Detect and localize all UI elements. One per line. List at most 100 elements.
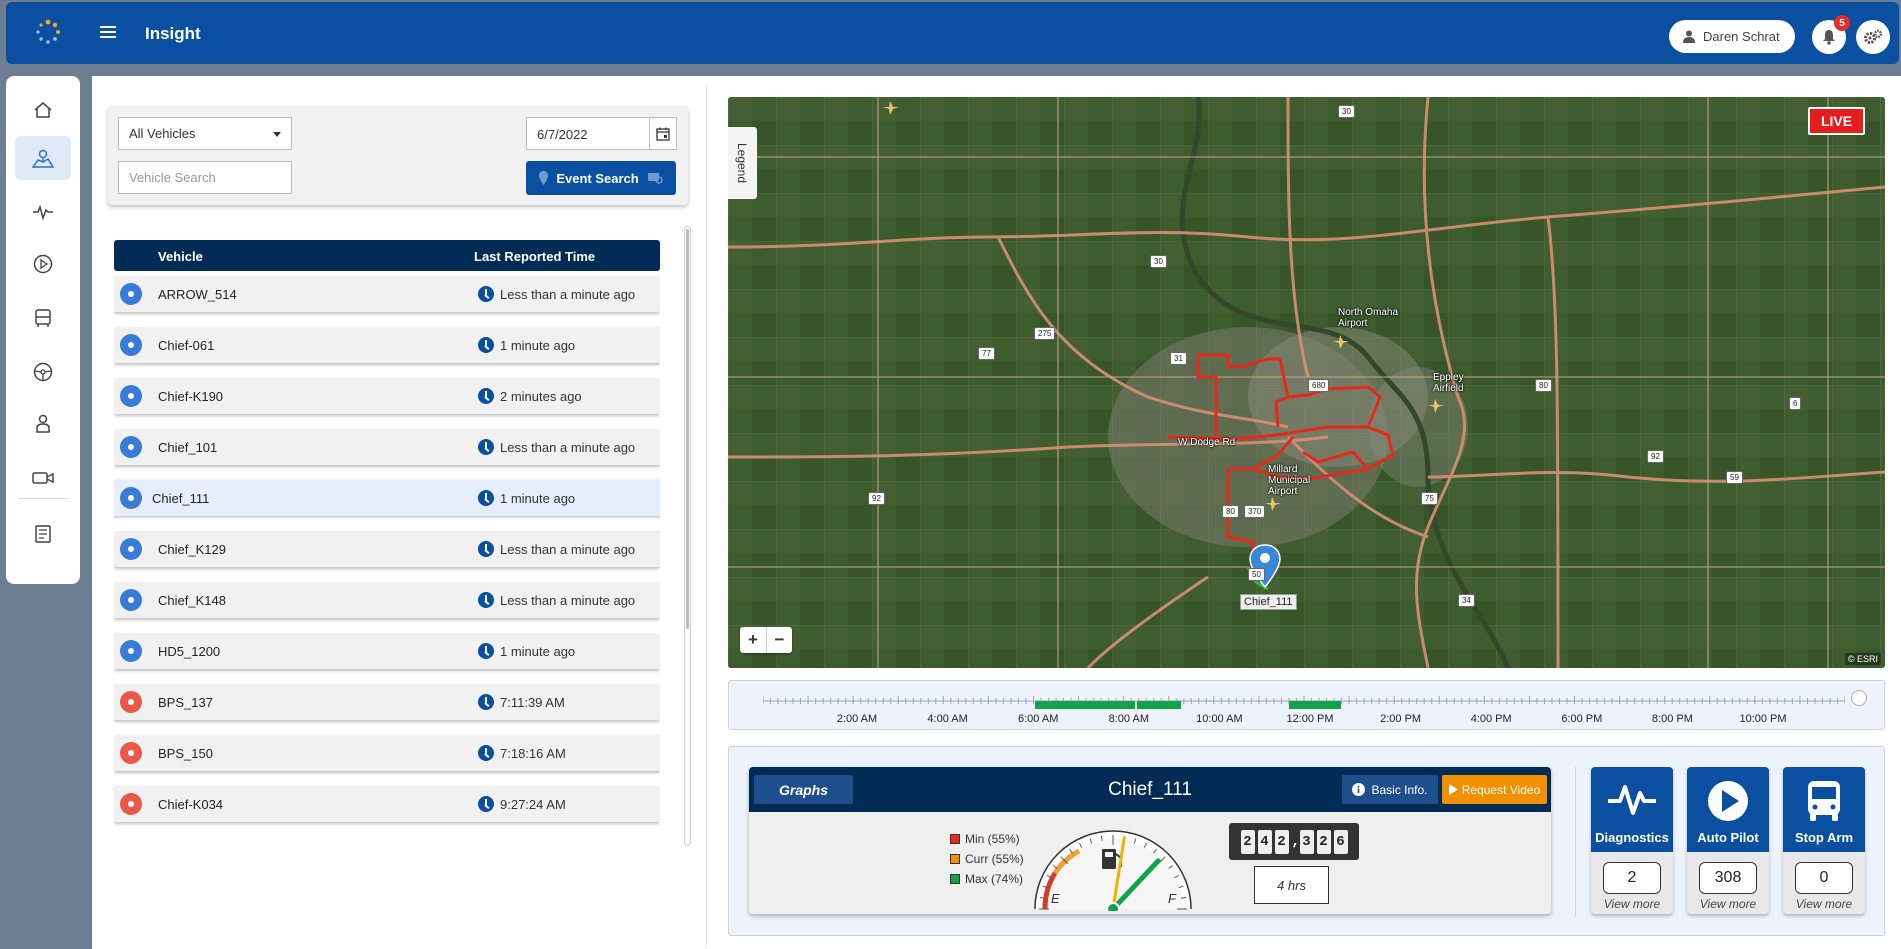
activity-segment[interactable] bbox=[1137, 701, 1181, 709]
gauge-hub bbox=[1106, 902, 1120, 911]
map-canvas bbox=[728, 97, 1885, 668]
auto-pilot-card[interactable]: Auto Pilot 308 View more bbox=[1687, 767, 1769, 914]
steering-wheel-icon bbox=[33, 362, 53, 382]
app-logo-icon[interactable] bbox=[34, 18, 62, 46]
vehicle-row[interactable]: Chief_101 Less than a minute ago bbox=[114, 429, 660, 465]
top-bar: Insight Daren Schrat 5 bbox=[6, 2, 1899, 64]
nav-home[interactable] bbox=[15, 88, 71, 132]
zoom-out-button[interactable]: − bbox=[766, 627, 792, 653]
vehicle-dashboard: Chief_111 Graphs Basic Info. Request Vid… bbox=[728, 746, 1885, 936]
vehicle-row[interactable]: Chief_K148 Less than a minute ago bbox=[114, 582, 660, 618]
calendar-button[interactable] bbox=[649, 117, 677, 150]
last-reported-time: 7:11:39 AM bbox=[500, 695, 565, 710]
legend-toggle[interactable]: Legend bbox=[728, 127, 757, 199]
nav-vehicles[interactable] bbox=[15, 296, 71, 340]
timeline-label: 8:00 AM bbox=[1108, 713, 1149, 725]
gears-icon bbox=[1864, 29, 1883, 44]
info-icon bbox=[1352, 783, 1366, 796]
notifications-button[interactable]: 5 bbox=[1812, 15, 1850, 54]
route-shield: 80 bbox=[1535, 379, 1552, 392]
settings-button[interactable] bbox=[1856, 20, 1890, 54]
person-icon bbox=[36, 414, 50, 433]
basic-info-button[interactable]: Basic Info. bbox=[1342, 775, 1438, 804]
vehicle-list-scrollbar[interactable] bbox=[684, 226, 691, 846]
fuel-curr-legend: Curr (55%) bbox=[950, 849, 1024, 869]
route-shield: 34 bbox=[1458, 594, 1475, 607]
home-icon bbox=[34, 102, 52, 118]
nav-cameras[interactable] bbox=[15, 456, 71, 500]
vehicle-search-input[interactable] bbox=[118, 161, 292, 194]
graphs-button[interactable]: Graphs bbox=[754, 775, 853, 804]
vehicle-row[interactable]: HD5_1200 1 minute ago bbox=[114, 633, 660, 669]
user-menu-button[interactable]: Daren Schrat bbox=[1669, 20, 1795, 53]
timeline-label: 6:00 PM bbox=[1561, 713, 1603, 725]
request-video-button[interactable]: Request Video bbox=[1442, 775, 1547, 804]
stop-arm-card[interactable]: Stop Arm 0 View more bbox=[1783, 767, 1865, 914]
col-vehicle-header[interactable]: Vehicle bbox=[158, 249, 203, 264]
vehicle-row[interactable]: Chief_K129 Less than a minute ago bbox=[114, 531, 660, 567]
nav-map[interactable] bbox=[15, 136, 71, 180]
vehicle-detail-card: Chief_111 Graphs Basic Info. Request Vid… bbox=[749, 767, 1551, 914]
col-time-header[interactable]: Last Reported Time bbox=[474, 249, 595, 264]
diagnostics-view-more-link[interactable]: View more bbox=[1591, 897, 1673, 911]
auto-pilot-count: 308 bbox=[1699, 862, 1757, 894]
filter-panel: All Vehicles 6/7/2022 Event Search bbox=[108, 106, 688, 205]
last-reported-time: 7:18:16 AM bbox=[500, 746, 566, 761]
vehicle-group-select[interactable]: All Vehicles bbox=[118, 117, 292, 150]
auto-pilot-view-more-link[interactable]: View more bbox=[1687, 897, 1769, 911]
timeline-label: 2:00 PM bbox=[1380, 713, 1422, 725]
vehicle-row[interactable]: Chief_111 1 minute ago bbox=[114, 480, 660, 516]
gauge-full-label: F bbox=[1168, 891, 1177, 906]
pulse-icon bbox=[33, 204, 53, 220]
date-input[interactable]: 6/7/2022 bbox=[526, 117, 650, 150]
last-reported-time: 9:27:24 AM bbox=[500, 797, 566, 812]
side-nav bbox=[6, 76, 80, 584]
clock-icon bbox=[478, 745, 494, 761]
fuel-legend: Min (55%) Curr (55%) Max (74%) bbox=[950, 829, 1024, 889]
live-map[interactable]: North Omaha Airport Eppley Airfield Millar… bbox=[728, 97, 1885, 668]
stop-arm-view-more-link[interactable]: View more bbox=[1783, 897, 1865, 911]
activity-segment[interactable] bbox=[1035, 701, 1135, 709]
vehicle-row[interactable]: Chief-K034 9:27:24 AM bbox=[114, 786, 660, 822]
fuel-min-label: Min (55%) bbox=[965, 832, 1020, 846]
scrollbar-thumb[interactable] bbox=[686, 229, 689, 629]
nav-diagnostics[interactable] bbox=[15, 190, 71, 234]
nav-video[interactable] bbox=[15, 242, 71, 286]
fuel-min-legend: Min (55%) bbox=[950, 829, 1024, 849]
route-shield: 59 bbox=[1726, 471, 1743, 484]
vehicle-row[interactable]: BPS_137 7:11:39 AM bbox=[114, 684, 660, 720]
route-shield: 92 bbox=[868, 492, 885, 505]
stop-arm-icon-wrap bbox=[1783, 779, 1865, 823]
place-label-millard: Millard Municipal Airport bbox=[1268, 464, 1311, 497]
nav-students[interactable] bbox=[15, 402, 71, 446]
clock-icon bbox=[478, 337, 494, 353]
vehicle-row[interactable]: ARROW_514 Less than a minute ago bbox=[114, 276, 660, 312]
last-reported-time: Less than a minute ago bbox=[500, 287, 636, 302]
bus-icon bbox=[35, 309, 51, 327]
vehicle-list: Vehicle Last Reported Time ARROW_514 Less… bbox=[114, 240, 660, 840]
odometer-digit: 3 bbox=[1299, 829, 1314, 854]
timeline[interactable]: 2:00 AM 4:00 AM 6:00 AM 8:00 AM 10:00 AM 12:0… bbox=[728, 680, 1885, 730]
odometer-digit: 2 bbox=[1316, 829, 1331, 854]
last-reported-time: 1 minute ago bbox=[500, 644, 576, 659]
vehicle-map-label[interactable]: Chief_111 bbox=[1240, 594, 1297, 610]
timeline-handle[interactable] bbox=[1851, 690, 1867, 706]
nav-drivers[interactable] bbox=[15, 350, 71, 394]
vehicle-row[interactable]: Chief-061 1 minute ago bbox=[114, 327, 660, 363]
place-label-eppley: Eppley Airfield bbox=[1433, 372, 1464, 394]
route-shield: 30 bbox=[1338, 105, 1355, 118]
vehicle-row[interactable]: Chief-K190 2 minutes ago bbox=[114, 378, 660, 414]
place-label-w-dodge: W Dodge Rd bbox=[1178, 437, 1236, 448]
vehicle-row[interactable]: BPS_150 7:18:16 AM bbox=[114, 735, 660, 771]
menu-icon[interactable] bbox=[100, 26, 116, 38]
clock-icon bbox=[478, 592, 494, 608]
odometer-digit: 4 bbox=[1257, 829, 1272, 854]
request-video-label: Request Video bbox=[1461, 782, 1541, 797]
min-swatch bbox=[950, 834, 960, 844]
zoom-in-button[interactable]: + bbox=[740, 627, 766, 653]
activity-segment[interactable] bbox=[1289, 701, 1341, 709]
event-search-button[interactable]: Event Search bbox=[526, 161, 676, 195]
timeline-label: 10:00 AM bbox=[1196, 713, 1243, 725]
nav-reports[interactable] bbox=[15, 512, 71, 556]
diagnostics-card[interactable]: Diagnostics 2 View more bbox=[1591, 767, 1673, 914]
